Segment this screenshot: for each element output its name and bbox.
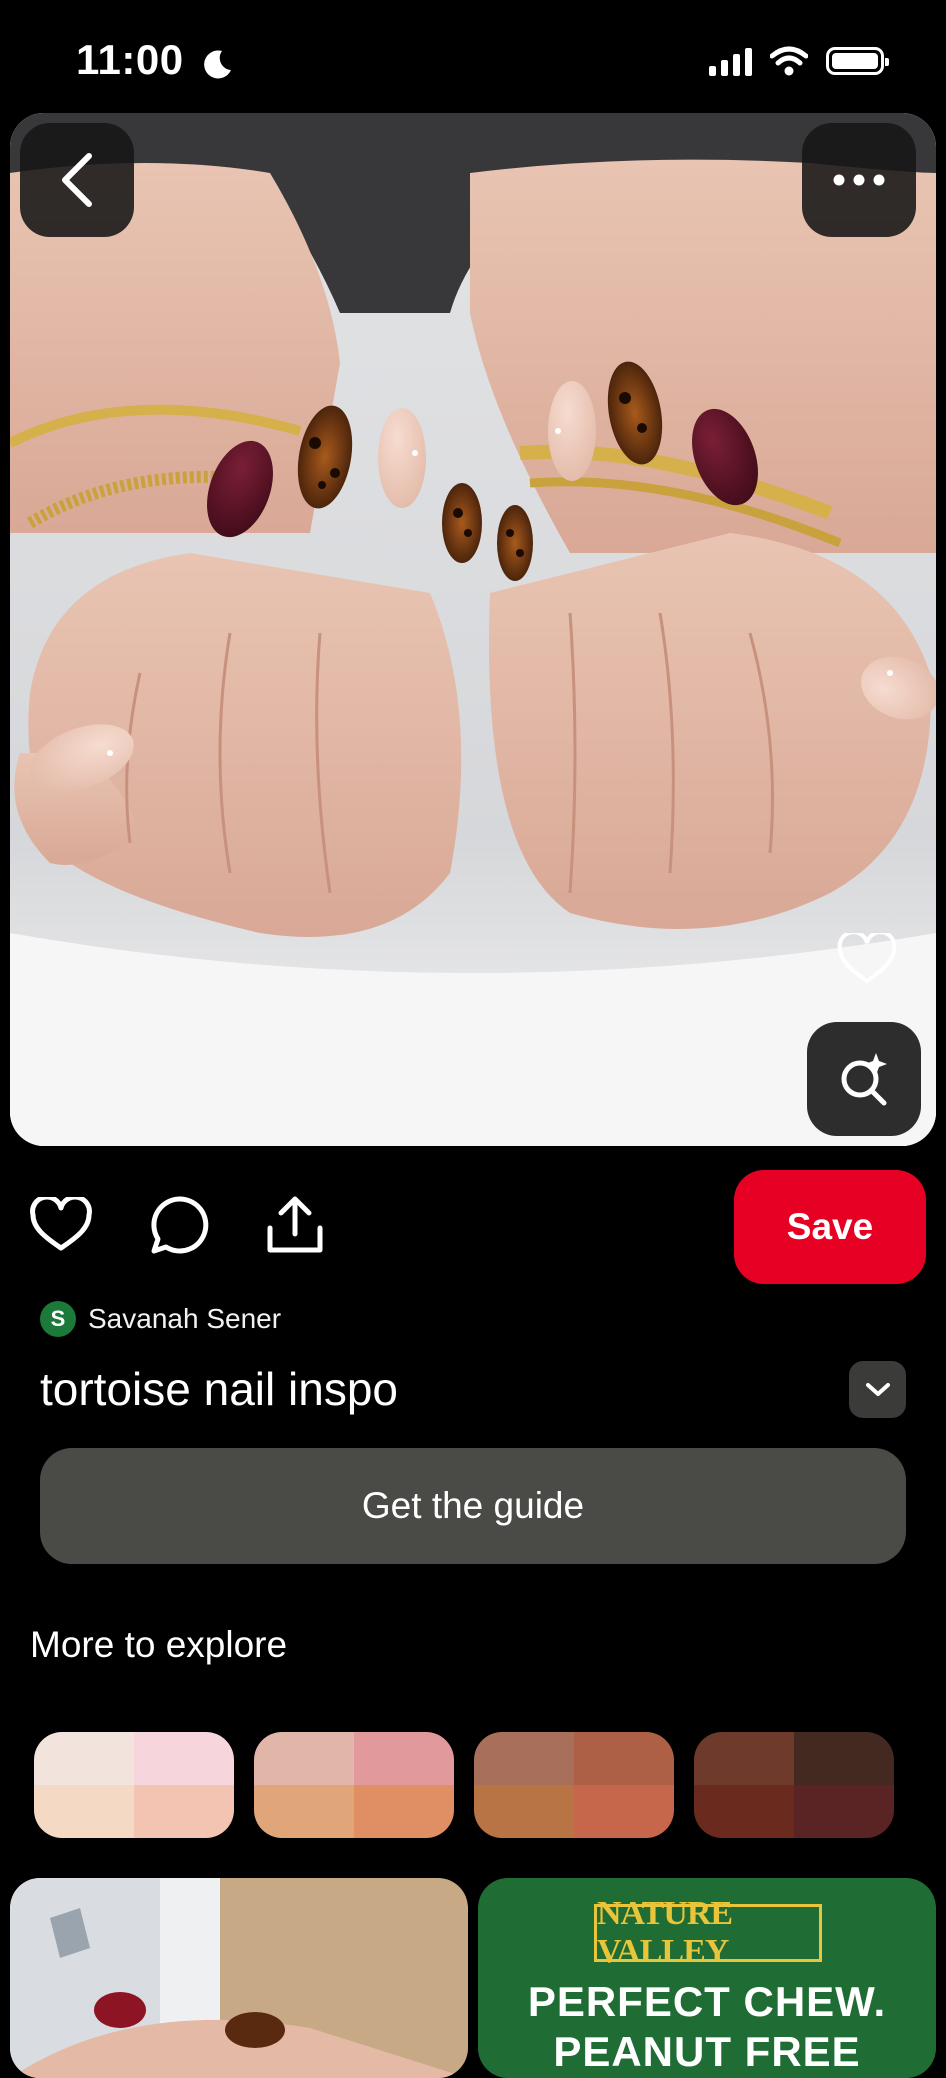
expand-details-button[interactable] — [849, 1361, 906, 1418]
moon-icon — [204, 50, 231, 79]
swatch — [254, 1732, 354, 1785]
feed-pin-image — [10, 1878, 468, 2078]
visual-search-button[interactable] — [807, 1022, 921, 1136]
share-button[interactable] — [264, 1194, 326, 1256]
color-palette-row — [34, 1732, 894, 1838]
color-palette-2[interactable] — [254, 1732, 454, 1838]
feed-pin-nails[interactable] — [10, 1878, 468, 2078]
visual-search-icon — [841, 1053, 887, 1106]
battery-icon — [826, 47, 889, 75]
comment-button[interactable] — [148, 1194, 210, 1256]
author-row[interactable]: S Savanah Sener — [40, 1301, 281, 1337]
save-button[interactable]: Save — [734, 1170, 926, 1284]
chevron-down-icon — [865, 1382, 890, 1396]
pin-action-row: Save — [0, 1162, 946, 1284]
color-palette-3[interactable] — [474, 1732, 674, 1838]
brand-logo: NATURE VALLEY — [594, 1895, 822, 1970]
share-icon — [267, 1196, 323, 1253]
back-button[interactable] — [20, 123, 134, 237]
ad-headline-1: PERFECT CHEW. — [527, 1978, 887, 2025]
swatch — [694, 1732, 794, 1785]
swatch — [474, 1732, 574, 1785]
swatch — [34, 1732, 134, 1785]
like-icon — [30, 1197, 92, 1251]
swatch — [574, 1732, 674, 1785]
heart-outline-icon — [837, 933, 897, 984]
avatar[interactable]: S — [40, 1301, 76, 1337]
feed-ad-nature-valley[interactable]: NATURE VALLEY PERFECT CHEW. PEANUT FREE — [478, 1878, 936, 2078]
more-options-button[interactable] — [802, 123, 916, 237]
more-to-explore-title: More to explore — [30, 1624, 288, 1665]
author-name[interactable]: Savanah Sener — [88, 1303, 281, 1335]
more-icon — [833, 174, 885, 186]
swatch — [354, 1732, 454, 1785]
get-the-guide-button[interactable]: Get the guide — [40, 1448, 906, 1564]
swatch — [574, 1785, 674, 1838]
back-arrow-icon — [62, 153, 92, 207]
pin-title: tortoise nail inspo — [40, 1363, 398, 1415]
status-bar: 11:00 — [0, 0, 946, 115]
comment-icon — [151, 1196, 209, 1254]
color-palette-4[interactable] — [694, 1732, 894, 1838]
ad-headline-2: PEANUT FREE — [553, 2028, 861, 2075]
swatch — [694, 1785, 794, 1838]
color-palette-1[interactable] — [34, 1732, 234, 1838]
swatch — [354, 1785, 454, 1838]
signal-icon — [709, 46, 752, 76]
swatch — [474, 1785, 574, 1838]
swatch — [794, 1785, 894, 1838]
swatch — [134, 1785, 234, 1838]
swatch — [34, 1785, 134, 1838]
wifi-icon — [770, 46, 808, 76]
status-time: 11:00 — [76, 36, 184, 83]
pin-image[interactable] — [10, 113, 936, 1146]
swatch — [134, 1732, 234, 1785]
swatch — [254, 1785, 354, 1838]
nail-photo — [10, 113, 936, 1146]
like-button[interactable] — [30, 1194, 92, 1256]
swatch — [794, 1732, 894, 1785]
